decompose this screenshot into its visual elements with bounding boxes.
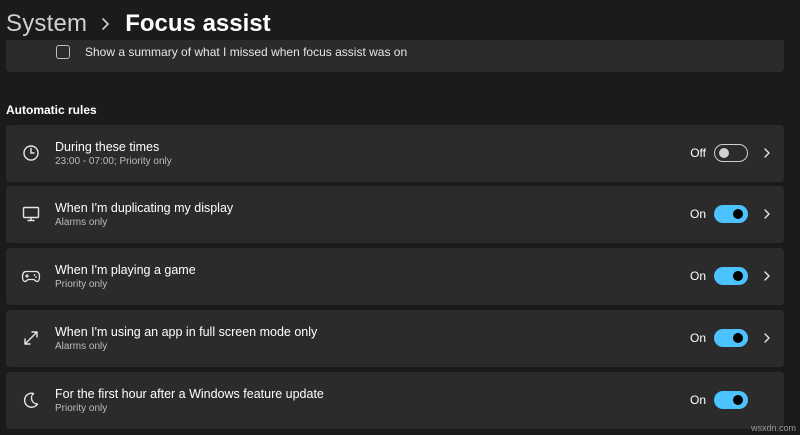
rule-title: During these times (55, 140, 160, 154)
toggle-switch[interactable] (714, 391, 748, 409)
chevron-right-icon[interactable] (760, 207, 774, 221)
toggle-switch[interactable] (714, 267, 748, 285)
section-title: Automatic rules (6, 103, 97, 117)
rule-row-feature-update: For the first hour after a Windows featu… (6, 372, 784, 429)
fullscreen-icon (20, 327, 42, 349)
rule-row-playing-game[interactable]: When I'm playing a game Priority only On (6, 248, 784, 305)
toggle-state-label: On (689, 331, 706, 345)
toggle-state-label: Off (690, 146, 706, 160)
moon-icon (20, 389, 42, 411)
rule-subtitle: Alarms only (55, 341, 108, 352)
rule-subtitle: Alarms only (55, 217, 108, 228)
rule-title: When I'm duplicating my display (55, 201, 234, 215)
summary-checkbox[interactable] (56, 45, 70, 59)
chevron-right-icon[interactable] (760, 331, 774, 345)
breadcrumb-system[interactable]: System (6, 10, 87, 38)
toggle-knob (733, 209, 743, 219)
chevron-right-icon[interactable] (760, 269, 774, 283)
toggle-knob (718, 147, 729, 158)
summary-card: Show a summary of what I missed when foc… (6, 40, 784, 72)
toggle-state-label: On (689, 269, 706, 283)
page-title: Focus assist (125, 10, 271, 37)
rule-row-during-these-times[interactable]: During these times 23:00 - 07:00; Priori… (6, 125, 784, 182)
rule-row-duplicating-display[interactable]: When I'm duplicating my display Alarms o… (6, 186, 784, 243)
rule-title: For the first hour after a Windows featu… (55, 387, 324, 401)
gamepad-icon (20, 265, 42, 287)
toggle-switch[interactable] (714, 144, 748, 162)
monitor-icon (20, 203, 42, 225)
toggle-switch[interactable] (714, 329, 748, 347)
breadcrumb: System Focus assist (6, 6, 271, 42)
toggle-knob (733, 395, 743, 405)
rule-title: When I'm playing a game (55, 263, 196, 277)
rule-title: When I'm using an app in full screen mod… (55, 325, 318, 339)
rule-subtitle: 23:00 - 07:00; Priority only (55, 156, 172, 167)
toggle-state-label: On (689, 393, 706, 407)
chevron-right-icon[interactable] (760, 146, 774, 160)
chevron-right-icon (101, 17, 111, 31)
toggle-knob (733, 333, 743, 343)
rule-subtitle: Priority only (55, 279, 108, 290)
toggle-knob (733, 271, 743, 281)
rule-subtitle: Priority only (55, 403, 108, 414)
watermark: wsxdn.com (750, 423, 796, 433)
summary-checkbox-label: Show a summary of what I missed when foc… (85, 45, 408, 59)
toggle-switch[interactable] (714, 205, 748, 223)
clock-icon (20, 142, 42, 164)
toggle-state-label: On (689, 207, 706, 221)
rule-row-full-screen-app[interactable]: When I'm using an app in full screen mod… (6, 310, 784, 367)
